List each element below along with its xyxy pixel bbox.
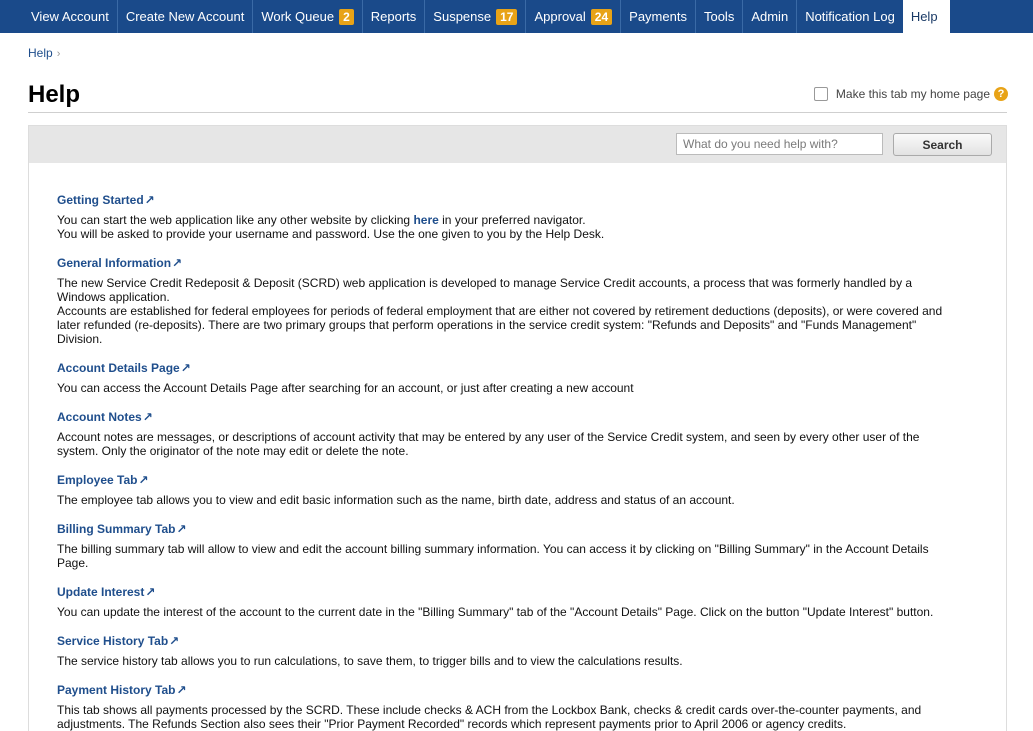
section-link-employee-tab[interactable]: Employee Tab↗ [57,473,149,487]
tab-label: Tools [703,9,735,24]
external-link-icon: ↗ [169,634,180,648]
tab-approval[interactable]: Approval 24 [526,0,622,33]
search-bar: Search [29,126,1006,163]
count-badge: 24 [590,8,613,25]
section-body: The service history tab allows you to ru… [57,654,683,668]
tab-payments[interactable]: Payments [621,0,696,33]
help-section: Update Interest↗ You can update the inte… [57,583,957,619]
help-section: Service History Tab↗ The service history… [57,632,957,668]
section-link-general-information[interactable]: General Information↗ [57,256,182,270]
tab-label: Notification Log [805,9,895,24]
external-link-icon: ↗ [142,410,153,424]
body-text: You will be asked to provide your userna… [57,227,605,241]
section-body: You can access the Account Details Page … [57,381,634,395]
tab-suspense[interactable]: Suspense 17 [425,0,527,33]
home-page-checkbox[interactable] [813,87,828,101]
section-title: Account Notes [57,410,142,424]
chevron-right-icon: › [56,48,61,60]
help-section: Employee Tab↗ The employee tab allows yo… [57,471,957,507]
help-section: Payment History Tab↗ This tab shows all … [57,681,957,731]
page-title: Help [28,81,81,108]
tab-label: Help [910,9,938,24]
section-title: Update Interest [57,585,145,599]
section-title: Getting Started [57,193,144,207]
tab-label: Payments [629,9,687,24]
section-link-billing-summary-tab[interactable]: Billing Summary Tab↗ [57,522,187,536]
tab-label: Create New Account [125,9,245,24]
section-link-update-interest[interactable]: Update Interest↗ [57,585,155,599]
tab-create-new-account[interactable]: Create New Account [118,0,254,33]
tab-help[interactable]: Help [902,0,950,33]
body-text: The new Service Credit Redeposit & Depos… [57,276,913,304]
tab-label: Reports [370,9,417,24]
help-topics: Getting Started↗ You can start the web a… [29,163,957,731]
tab-admin[interactable]: Admin [743,0,798,33]
section-body: Account notes are messages, or descripti… [57,430,920,458]
tab-tools[interactable]: Tools [696,0,744,33]
tab-notification-log[interactable]: Notification Log [797,0,903,33]
section-body: You can start the web application like a… [57,213,957,241]
search-button[interactable]: Search [893,133,992,156]
section-link-service-history-tab[interactable]: Service History Tab↗ [57,634,179,648]
section-link-account-notes[interactable]: Account Notes↗ [57,410,153,424]
section-body: The new Service Credit Redeposit & Depos… [57,276,957,346]
help-section: Account Notes↗ Account notes are message… [57,408,957,458]
section-title: Employee Tab [57,473,138,487]
tab-reports[interactable]: Reports [363,0,426,33]
external-link-icon: ↗ [172,256,183,270]
section-body: This tab shows all payments processed by… [57,703,922,731]
tab-label: View Account [31,9,109,24]
section-title: General Information [57,256,172,270]
breadcrumb-help-link[interactable]: Help [28,46,53,60]
section-title: Account Details Page [57,361,180,375]
home-page-option: Make this tab my home page ? [813,87,1008,101]
section-body: The employee tab allows you to view and … [57,493,735,507]
external-link-icon: ↗ [180,361,191,375]
home-page-label: Make this tab my home page [835,87,990,101]
tab-label: Admin [751,9,789,24]
tab-label: Work Queue [261,9,335,24]
count-badge: 2 [339,8,354,25]
tab-view-account[interactable]: View Account [0,0,118,33]
nav-tabs: View Account Create New Account Work Que… [0,0,1033,33]
here-link[interactable]: here [413,213,438,227]
count-badge: 17 [496,8,518,25]
search-input[interactable] [676,133,883,155]
section-body: The billing summary tab will allow to vi… [57,542,929,570]
body-text: Accounts are established for federal emp… [57,304,943,346]
section-title: Service History Tab [57,634,169,648]
tab-work-queue[interactable]: Work Queue 2 [253,0,363,33]
section-title: Billing Summary Tab [57,522,176,536]
help-section: Getting Started↗ You can start the web a… [57,191,957,241]
external-link-icon: ↗ [144,193,155,207]
section-link-getting-started[interactable]: Getting Started↗ [57,193,155,207]
body-text: in your preferred navigator. [442,213,586,227]
tab-label: Approval [534,9,586,24]
body-text: You can start the web application like a… [57,213,411,227]
section-link-payment-history-tab[interactable]: Payment History Tab↗ [57,683,187,697]
help-panel: Search Getting Started↗ You can start th… [28,125,1007,731]
help-section: Account Details Page↗ You can access the… [57,359,957,395]
section-body: You can update the interest of the accou… [57,605,934,619]
breadcrumb: Help › [28,46,60,60]
question-icon[interactable]: ? [994,87,1008,101]
help-section: General Information↗ The new Service Cre… [57,254,957,346]
external-link-icon: ↗ [176,522,187,536]
section-link-account-details-page[interactable]: Account Details Page↗ [57,361,191,375]
top-navigation-bar: View Account Create New Account Work Que… [0,0,1033,33]
section-title: Payment History Tab [57,683,176,697]
tab-label: Suspense [433,9,492,24]
external-link-icon: ↗ [138,473,149,487]
divider [28,112,1007,113]
help-section: Billing Summary Tab↗ The billing summary… [57,520,957,570]
external-link-icon: ↗ [145,585,156,599]
external-link-icon: ↗ [176,683,187,697]
